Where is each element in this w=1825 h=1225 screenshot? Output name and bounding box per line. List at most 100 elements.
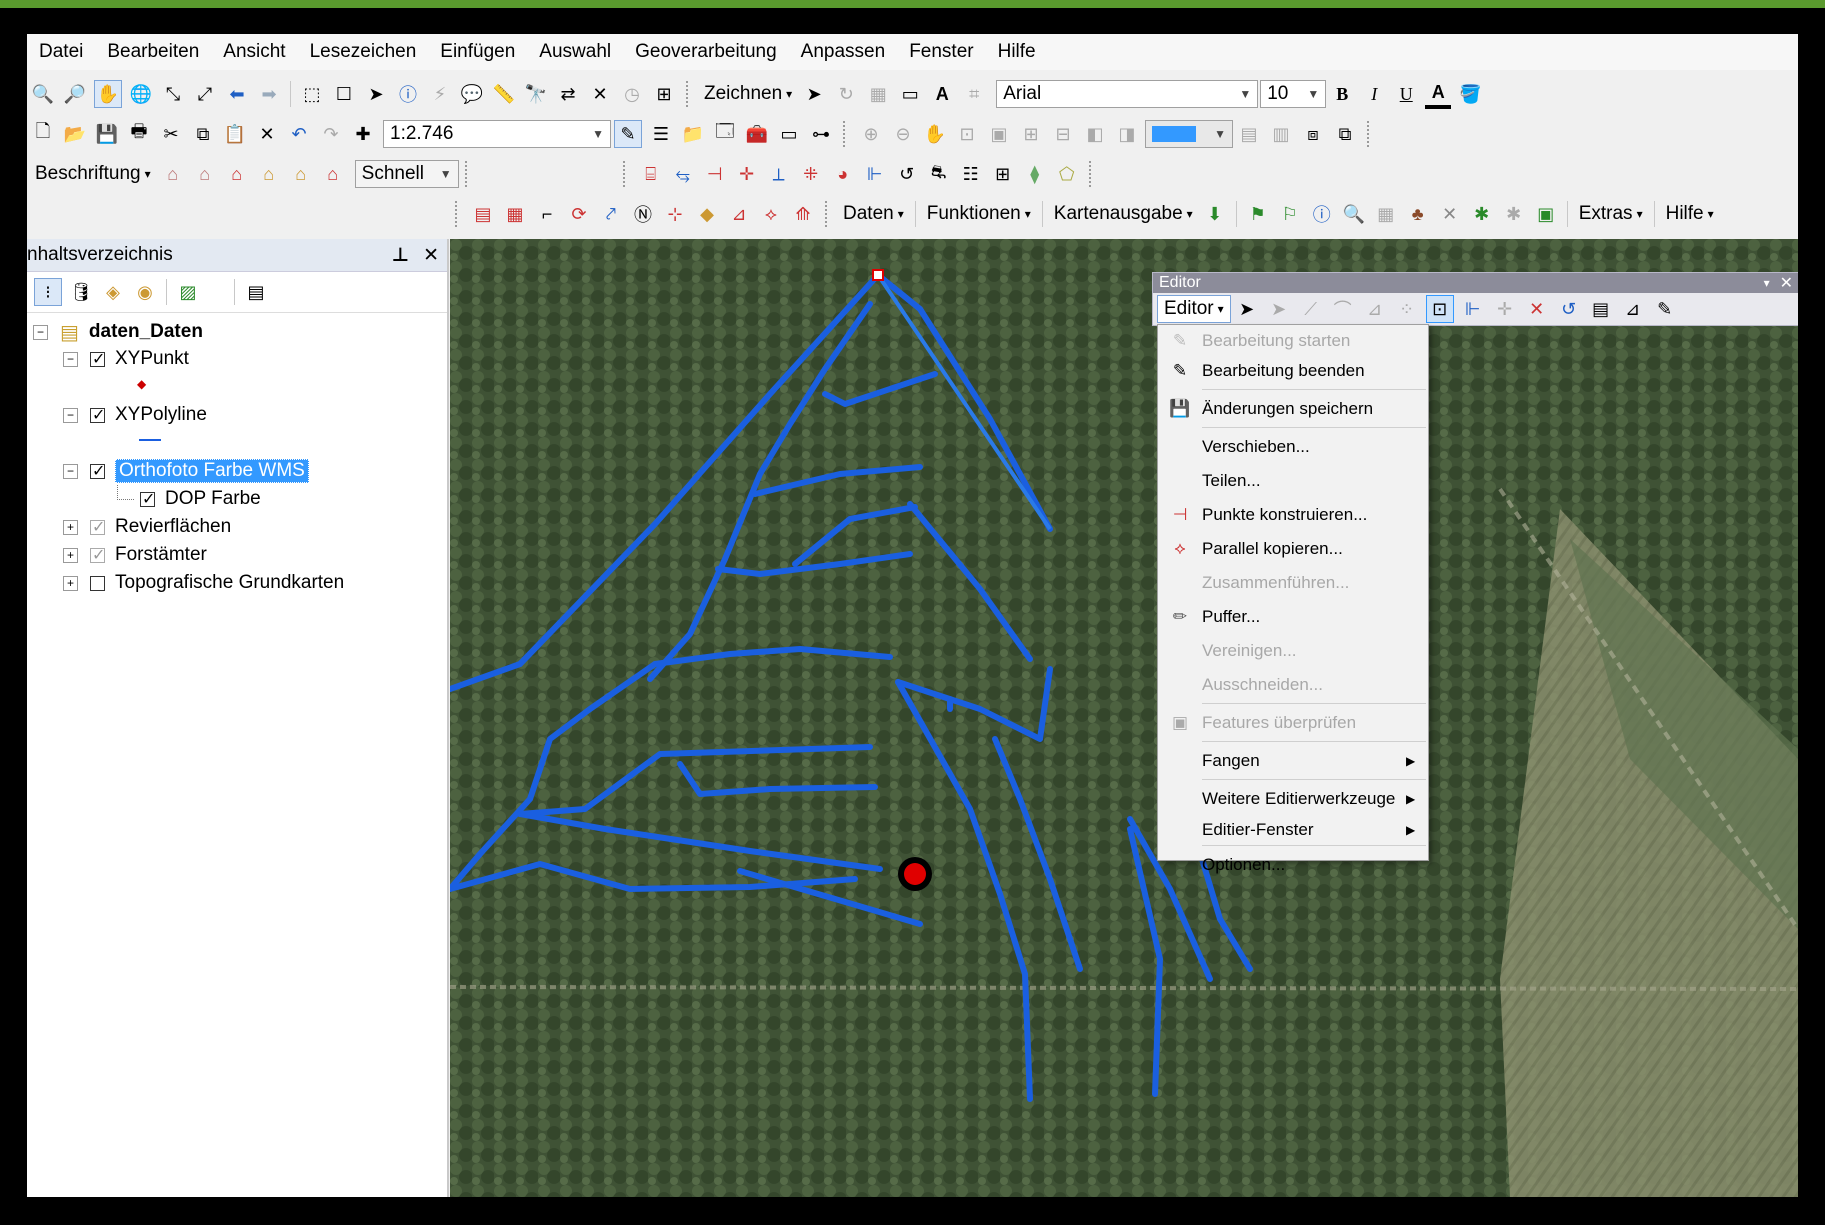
label-manager-icon[interactable]: ⌂ <box>160 161 186 187</box>
create-features-window-icon[interactable]: ✎ <box>1652 296 1678 322</box>
split-icon[interactable]: ⊣ <box>702 161 728 187</box>
toolbar-grip[interactable] <box>455 201 461 227</box>
hilfe-dropdown[interactable]: Hilfe <box>1660 203 1720 225</box>
edit-vertices-icon[interactable]: ⊡ <box>1425 295 1454 323</box>
close-icon[interactable]: ✕ <box>423 244 439 267</box>
north-arrow-icon[interactable]: Ⓝ <box>630 201 656 227</box>
menu-geoverarbeitung[interactable]: Geoverarbeitung <box>623 34 789 70</box>
toc-row-forstaemter[interactable]: + Forstämter <box>63 542 207 568</box>
toolbar-grip[interactable] <box>843 121 849 147</box>
expand-icon[interactable]: + <box>63 547 78 563</box>
select-elements-arrow-icon[interactable]: ➤ <box>363 81 389 107</box>
topology-select-icon[interactable]: ⥃ <box>670 161 696 187</box>
add-data-layer-icon[interactable]: ▨ <box>175 279 201 305</box>
menu-bearbeiten[interactable]: Bearbeiten <box>95 34 211 70</box>
arctoolbox-icon[interactable]: 🧰 <box>744 121 770 147</box>
pin-icon[interactable]: ⊥ <box>392 244 409 267</box>
toolbar-grip[interactable] <box>622 161 629 187</box>
save-icon[interactable]: 💾 <box>94 121 120 147</box>
layout-zoom-100-icon[interactable]: ▣ <box>986 121 1012 147</box>
remove-icon[interactable]: ✕ <box>1437 201 1463 227</box>
green-star-icon[interactable]: ✱ <box>1469 201 1495 227</box>
list-by-visibility-icon[interactable]: ◈ <box>100 279 126 305</box>
layer-visibility-checkbox[interactable] <box>90 349 105 369</box>
layout-pan-icon[interactable]: ✋ <box>922 121 948 147</box>
rectangle-icon[interactable]: ▭ <box>897 81 923 107</box>
identify-icon[interactable]: ⓘ <box>395 81 421 107</box>
layout-forward-icon[interactable]: ◨ <box>1114 121 1140 147</box>
attributes-icon[interactable]: ▤ <box>1588 296 1614 322</box>
menu-hilfe[interactable]: Hilfe <box>986 34 1048 70</box>
collapse-icon[interactable]: − <box>63 463 78 479</box>
snap-point-icon[interactable]: ⟡ <box>758 201 784 227</box>
fixed-zoom-out-icon[interactable]: ⤢ <box>192 81 218 107</box>
font-size-select[interactable]: 10 ▼ <box>1260 80 1327 108</box>
zoom-in-icon[interactable]: 🔍 <box>30 81 56 107</box>
zeichnen-dropdown[interactable]: Zeichnen <box>698 83 798 105</box>
toc-row-topografische-grundkarten[interactable]: + Topografische Grundkarten <box>63 570 344 596</box>
menu-item-bearbeitung-starten[interactable]: ✎ Bearbeitung starten <box>1158 325 1428 357</box>
toolbar-grip[interactable] <box>1367 121 1373 147</box>
copy-icon[interactable]: ⧉ <box>190 121 216 147</box>
toolbar-grip[interactable] <box>686 81 692 107</box>
focus-data-frame-icon[interactable]: ▥ <box>1268 121 1294 147</box>
paste-icon[interactable]: 📋 <box>222 121 248 147</box>
layer-list-icon[interactable]: ▦ <box>1373 201 1399 227</box>
flag-icon[interactable]: ⚑ <box>1245 201 1271 227</box>
cut-polygon-icon[interactable]: ⤤ <box>598 201 624 227</box>
menu-item-vereinigen[interactable]: Vereinigen... <box>1158 635 1428 667</box>
toc-row-xypunkt[interactable]: − XYPunkt <box>63 346 189 372</box>
model-builder-icon[interactable]: ⊶ <box>808 121 834 147</box>
undo-icon[interactable]: ↶ <box>286 121 312 147</box>
menu-item-aenderungen-speichern[interactable]: 💾 Änderungen speichern <box>1158 393 1428 425</box>
topology-edit-icon[interactable]: ⌸ <box>638 161 664 187</box>
cut-icon[interactable]: ✂ <box>158 121 184 147</box>
table-of-contents-icon[interactable]: ☰ <box>648 121 674 147</box>
full-extent-globe-icon[interactable]: 🌐 <box>128 81 154 107</box>
create-features-icon[interactable]: ▦ <box>502 201 528 227</box>
collapse-icon[interactable]: − <box>33 324 48 340</box>
pause-labeling-icon[interactable]: ⌂ <box>320 161 346 187</box>
list-by-source-icon[interactable]: 🛢 <box>68 279 94 305</box>
data-driven-pages-icon[interactable]: ⧉ <box>1332 121 1358 147</box>
show-shared-features-icon[interactable]: ⁜ <box>798 161 824 187</box>
validate-globe-icon[interactable]: ◕ <box>830 161 856 187</box>
italic-button[interactable]: I <box>1361 81 1387 107</box>
flag-marker-icon[interactable]: ⚐ <box>1277 201 1303 227</box>
search-zoom-icon[interactable]: 🔍 <box>1341 201 1367 227</box>
redo-icon[interactable]: ↷ <box>318 121 344 147</box>
label-priority-icon[interactable]: ⌂ <box>224 161 250 187</box>
collapse-icon[interactable]: − <box>63 351 78 367</box>
map-view[interactable] <box>450 239 1798 1197</box>
menu-fenster[interactable]: Fenster <box>897 34 985 70</box>
font-name-select[interactable]: Arial ▼ <box>996 80 1259 108</box>
toolbar-dropdown-icon[interactable]: ▾ <box>1764 276 1770 290</box>
label-quality-select[interactable]: Schnell ▼ <box>354 160 459 188</box>
print-icon[interactable]: 🖶 <box>126 121 152 147</box>
rotate-feature-icon[interactable]: ⟳ <box>566 201 592 227</box>
layout-zoom-in-icon[interactable]: ⊕ <box>858 121 884 147</box>
toc-row-revierflaechen[interactable]: + Revierflächen <box>63 514 231 540</box>
menu-item-punkte-konstruieren[interactable]: ⊣ Punkte konstruieren... <box>1158 499 1428 531</box>
list-by-selection-icon[interactable]: ◉ <box>132 279 158 305</box>
edit-tool-icon[interactable]: ➤ <box>1234 296 1260 322</box>
underline-button[interactable]: U <box>1393 81 1419 107</box>
menu-datei[interactable]: Datei <box>27 34 95 70</box>
menu-anpassen[interactable]: Anpassen <box>789 34 898 70</box>
download-arrow-icon[interactable]: ⬇ <box>1202 201 1228 227</box>
bold-button[interactable]: B <box>1329 81 1355 107</box>
map-scale-select[interactable]: 1:2.746 ▼ <box>383 120 611 148</box>
snap-edge-icon[interactable]: ⟰ <box>790 201 816 227</box>
go-to-xy-icon[interactable]: ✕ <box>587 81 613 107</box>
measure-icon[interactable]: 📏 <box>491 81 517 107</box>
layout-full-page-icon[interactable]: ⊡ <box>954 121 980 147</box>
find-binoculars-icon[interactable]: 🔭 <box>523 81 549 107</box>
search-window-icon[interactable]: 🗔 <box>712 121 738 147</box>
menu-item-verschieben[interactable]: Verschieben... <box>1158 431 1428 463</box>
back-arrow-icon[interactable]: ⬅ <box>224 81 250 107</box>
lock-labels-icon[interactable]: ⌂ <box>192 161 218 187</box>
kartenausgabe-dropdown[interactable]: Kartenausgabe <box>1048 203 1199 225</box>
attribute-table-icon[interactable]: ▤ <box>470 201 496 227</box>
rotate-icon[interactable]: ↻ <box>833 81 859 107</box>
list-by-drawing-order-icon[interactable]: ⁝ <box>34 278 62 306</box>
